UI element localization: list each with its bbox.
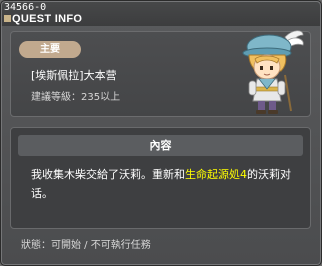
window-title: QUEST INFO xyxy=(12,13,83,25)
description-highlight-location: 生命起源処4 xyxy=(185,168,247,181)
quest-status: 狀態：可開始 / 不可執行任務 xyxy=(21,240,151,251)
quest-bullet-icon xyxy=(4,15,11,22)
quest-category-badge: 主要 xyxy=(19,41,81,58)
quest-description: 我收集木柴交給了沃莉。重新和生命起源処4的沃莉对话。 xyxy=(31,165,307,203)
content-header: 內容 xyxy=(18,135,303,156)
quest-info-window: 34566-0 QUEST INFO 主要 [埃斯佩拉]大本营 建議等級：235… xyxy=(0,0,322,266)
npc-portrait-icon xyxy=(242,30,304,114)
quest-level-requirement: 建議等級：235以上 xyxy=(31,92,121,103)
quest-id: 34566-0 xyxy=(4,2,47,13)
description-text: 我收集木柴交給了沃莉。重新和 xyxy=(31,168,185,181)
quest-name: [埃斯佩拉]大本营 xyxy=(31,69,117,82)
